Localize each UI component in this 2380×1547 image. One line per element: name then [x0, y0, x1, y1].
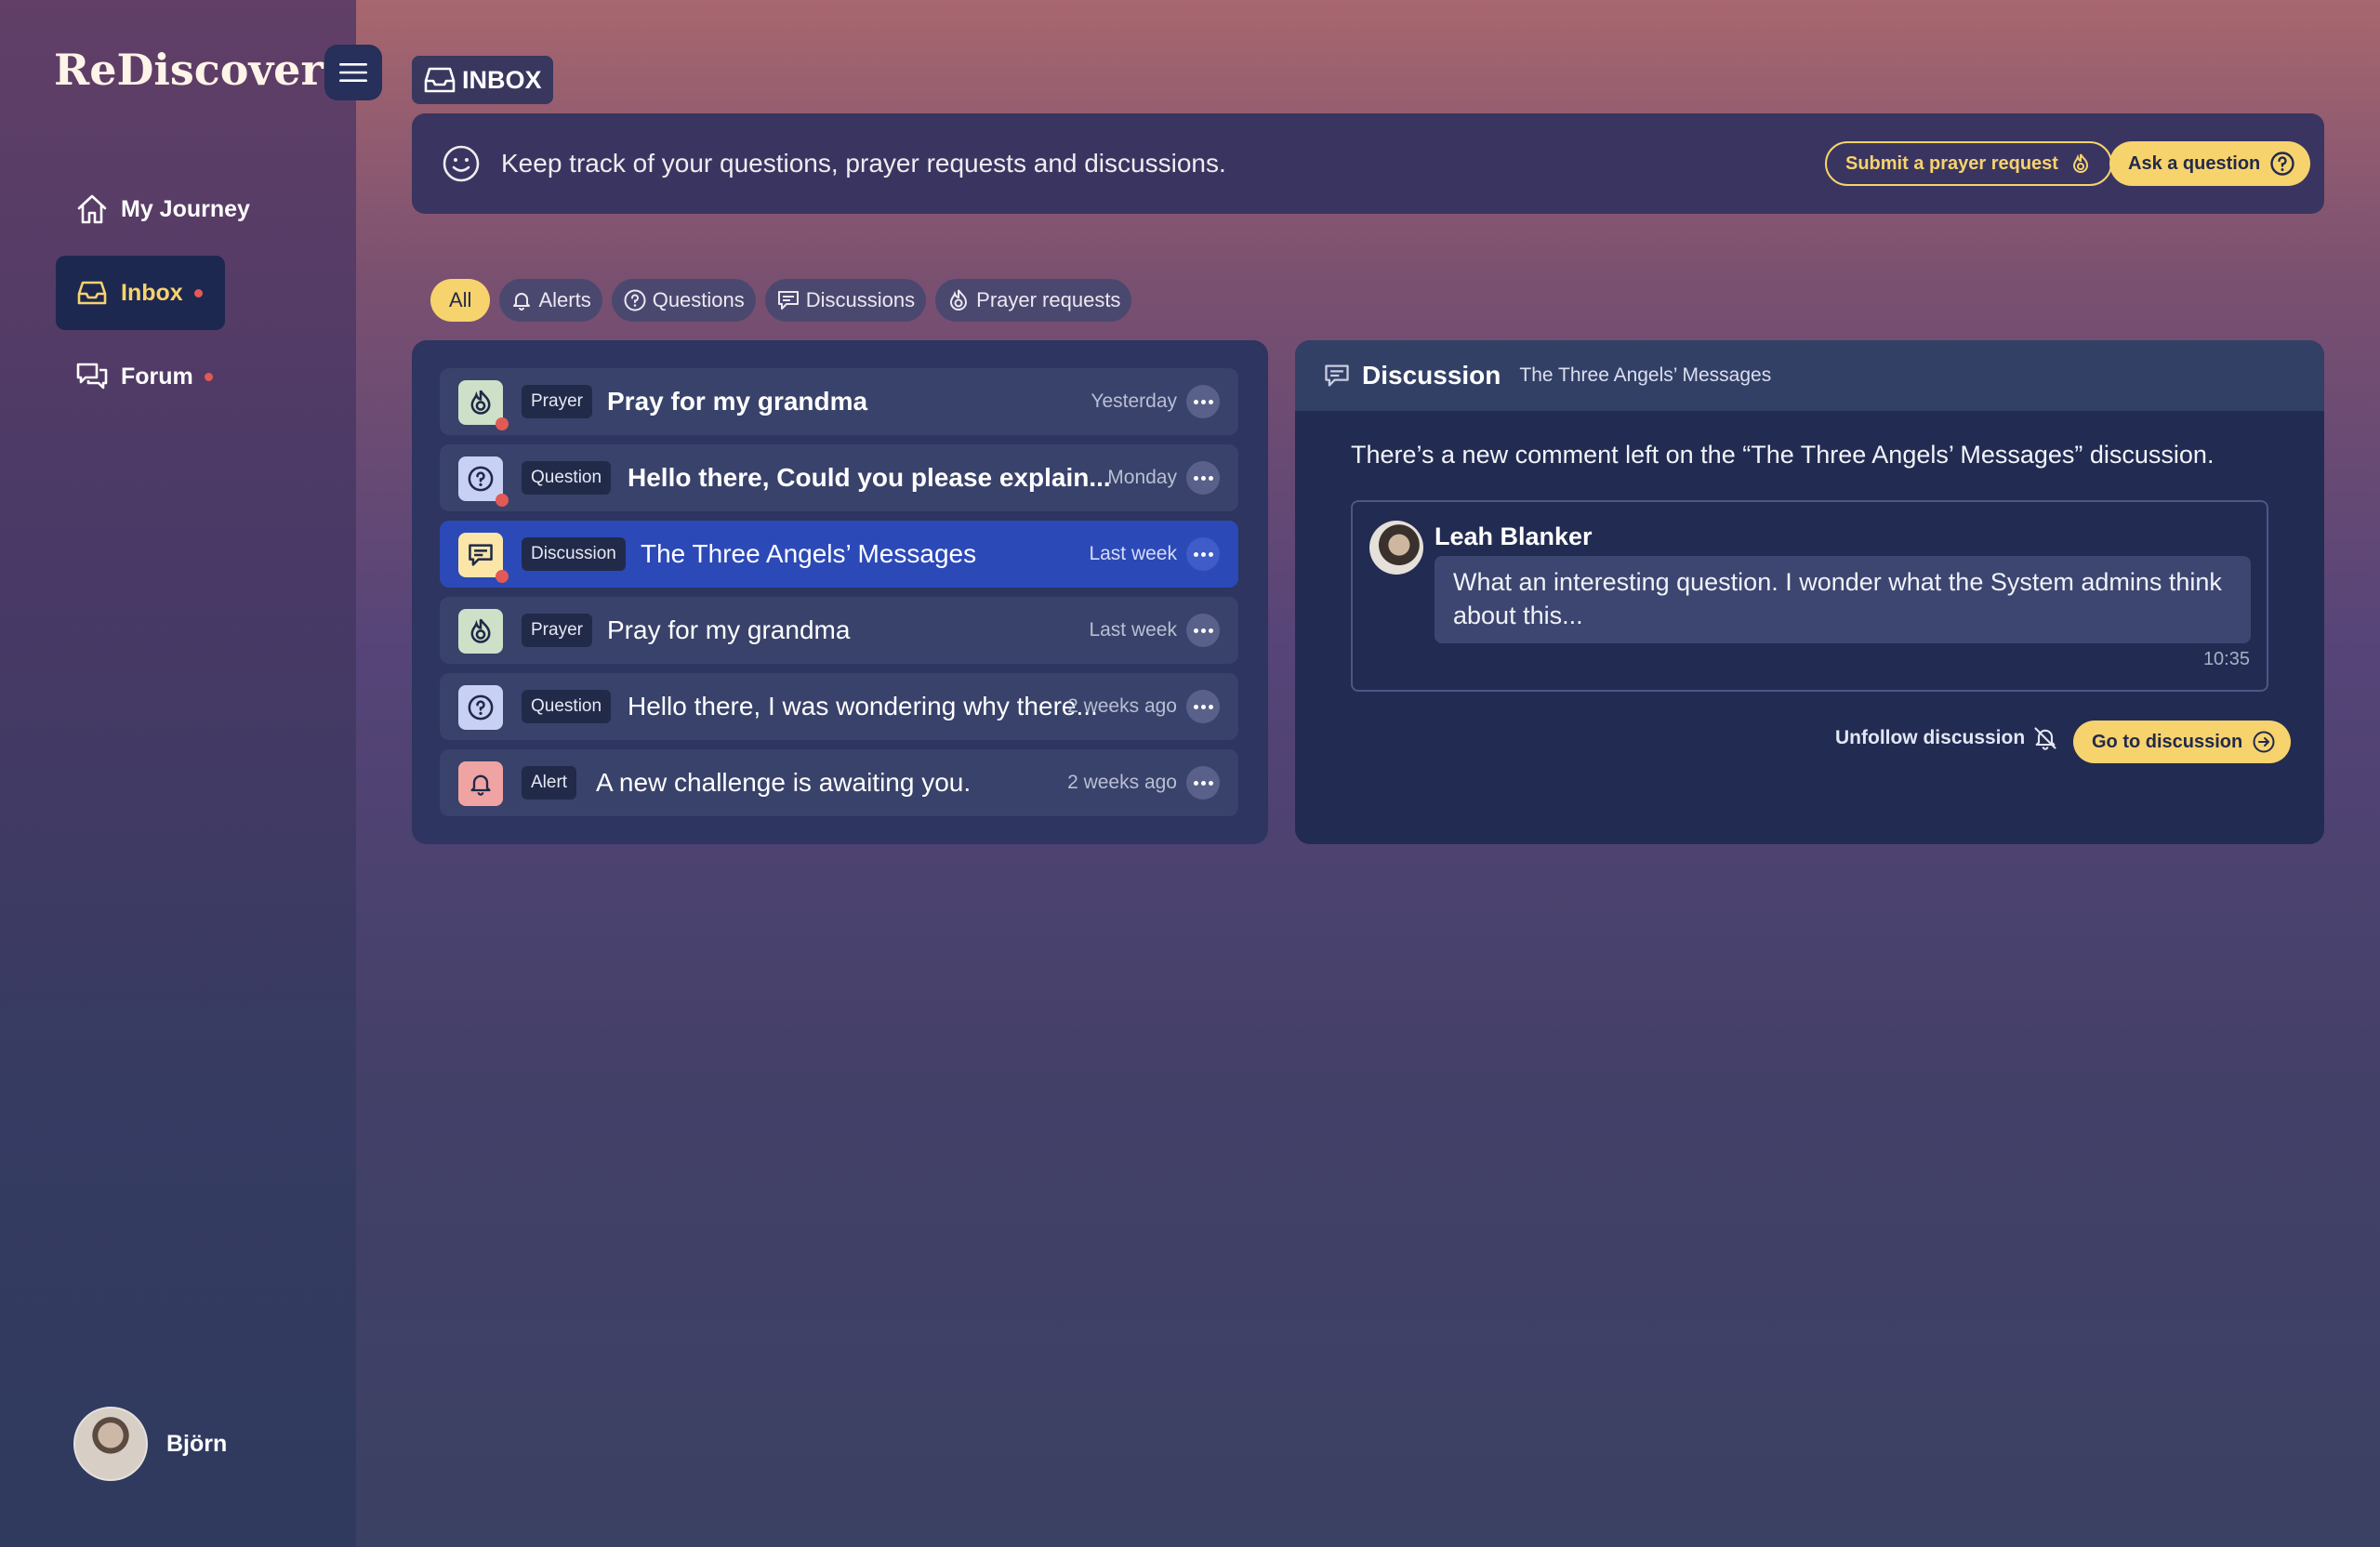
submit-prayer-request-button[interactable]: Submit a prayer request: [1825, 141, 2112, 186]
filter-bar: All Alerts Questions Discussions Prayer …: [430, 279, 1132, 322]
message-time: 2 weeks ago: [1067, 695, 1177, 717]
message-type-badge: Prayer: [522, 614, 592, 647]
detail-heading: Discussion: [1362, 361, 1501, 390]
sidebar-item-my-journey[interactable]: My Journey: [56, 172, 272, 246]
comment-card: Leah Blanker What an interesting questio…: [1351, 500, 2268, 692]
unread-indicator: [496, 417, 509, 430]
sidebar-item-forum[interactable]: Forum: [56, 339, 235, 414]
list-item[interactable]: Question Hello there, I was wondering wh…: [440, 673, 1238, 740]
prayer-icon: [2072, 153, 2088, 173]
unread-indicator: [496, 494, 509, 507]
list-item[interactable]: Prayer Pray for my grandma Last week: [440, 597, 1238, 664]
prayer-icon: [470, 618, 491, 643]
message-time: Last week: [1089, 619, 1177, 641]
smiley-icon: [443, 145, 480, 182]
comment-time: 10:35: [2202, 649, 2250, 669]
user-name: Björn: [166, 1430, 228, 1457]
message-time: Last week: [1089, 543, 1177, 564]
page-title: INBOX: [412, 56, 553, 104]
list-item[interactable]: Question Hello there, Could you please e…: [440, 444, 1238, 511]
filter-all[interactable]: All: [430, 279, 491, 322]
avatar: [1369, 521, 1423, 575]
message-time: Monday: [1107, 467, 1177, 488]
unread-indicator: [204, 372, 213, 381]
banner-text: Keep track of your questions, prayer req…: [501, 149, 1226, 178]
comment-author: Leah Blanker: [1435, 522, 1593, 550]
filter-prayer-requests[interactable]: Prayer requests: [935, 279, 1132, 322]
sidebar-item-label: Inbox: [121, 279, 183, 306]
message-time: Yesterday: [1091, 390, 1177, 412]
sidebar-item-label: Forum: [121, 363, 193, 390]
message-title: The Three Angels’ Messages: [641, 539, 977, 568]
hamburger-icon: [339, 63, 367, 82]
sidebar-item-label: My Journey: [121, 195, 250, 222]
sidebar-item-inbox[interactable]: Inbox: [56, 256, 225, 330]
unfollow-discussion-button[interactable]: Unfollow discussion: [1835, 725, 2058, 751]
comment-text: What an interesting question. I wonder w…: [1435, 556, 2251, 643]
user-profile[interactable]: Björn: [73, 1407, 227, 1481]
message-title: Pray for my grandma: [607, 387, 868, 416]
more-options-button[interactable]: [1186, 537, 1220, 571]
message-title: Pray for my grandma: [607, 615, 851, 644]
message-title: A new challenge is awaiting you.: [596, 768, 972, 797]
message-type-badge: Question: [522, 690, 612, 723]
chat-icon: [469, 544, 493, 566]
more-options-button[interactable]: [1186, 690, 1220, 723]
question-icon: [624, 289, 646, 311]
go-to-discussion-button[interactable]: Go to discussion: [2073, 721, 2292, 763]
filter-alerts[interactable]: Alerts: [499, 279, 602, 322]
question-icon: [468, 694, 494, 721]
detail-subheading: The Three Angels’ Messages: [1519, 364, 1772, 386]
more-options-button[interactable]: [1186, 461, 1220, 495]
chat-icon: [1325, 364, 1349, 387]
filter-questions[interactable]: Questions: [611, 279, 756, 322]
message-detail-panel: Discussion The Three Angels’ Messages Th…: [1295, 340, 2324, 844]
detail-message: There’s a new comment left on the “The T…: [1351, 441, 2215, 469]
chat-icon: [777, 291, 799, 310]
unread-indicator: [496, 570, 509, 583]
detail-header: Discussion The Three Angels’ Messages: [1295, 340, 2324, 411]
unread-indicator: [193, 288, 203, 298]
home-icon: [77, 194, 107, 224]
forum-icon: [76, 363, 108, 390]
message-list: Prayer Pray for my grandma Yesterday Que…: [412, 340, 1268, 844]
app-logo[interactable]: ReDiscover: [54, 45, 324, 95]
more-options-button[interactable]: [1186, 766, 1220, 800]
filter-discussions[interactable]: Discussions: [764, 279, 927, 322]
list-item[interactable]: Alert A new challenge is awaiting you. 2…: [440, 749, 1238, 816]
message-type-badge: Discussion: [522, 537, 626, 571]
list-item[interactable]: Discussion The Three Angels’ Messages La…: [440, 521, 1238, 588]
message-title: Hello there, Could you please explain...: [628, 463, 1111, 492]
arrow-right-circle-icon: [2253, 731, 2275, 753]
inbox-icon: [424, 67, 456, 93]
message-type-badge: Alert: [522, 766, 577, 800]
question-icon: [468, 466, 494, 492]
bell-off-icon: [2034, 727, 2056, 750]
bell-icon: [470, 774, 491, 796]
more-options-button[interactable]: [1186, 614, 1220, 647]
bell-icon: [513, 293, 531, 311]
message-title: Hello there, I was wondering why there..…: [628, 692, 1098, 721]
avatar[interactable]: [73, 1407, 148, 1481]
inbox-icon: [77, 281, 107, 305]
more-options-button[interactable]: [1186, 385, 1220, 418]
message-type-badge: Prayer: [522, 385, 592, 418]
prayer-icon: [950, 289, 968, 311]
prayer-icon: [470, 390, 491, 415]
ask-question-button[interactable]: Ask a question: [2109, 141, 2311, 186]
message-type-badge: Question: [522, 461, 612, 495]
hamburger-menu-button[interactable]: [324, 45, 382, 100]
question-icon: [2270, 152, 2294, 176]
message-time: 2 weeks ago: [1067, 772, 1177, 793]
sidebar: ReDiscover My Journey Inbox Forum Björn: [0, 0, 382, 1547]
list-item[interactable]: Prayer Pray for my grandma Yesterday: [440, 368, 1238, 435]
